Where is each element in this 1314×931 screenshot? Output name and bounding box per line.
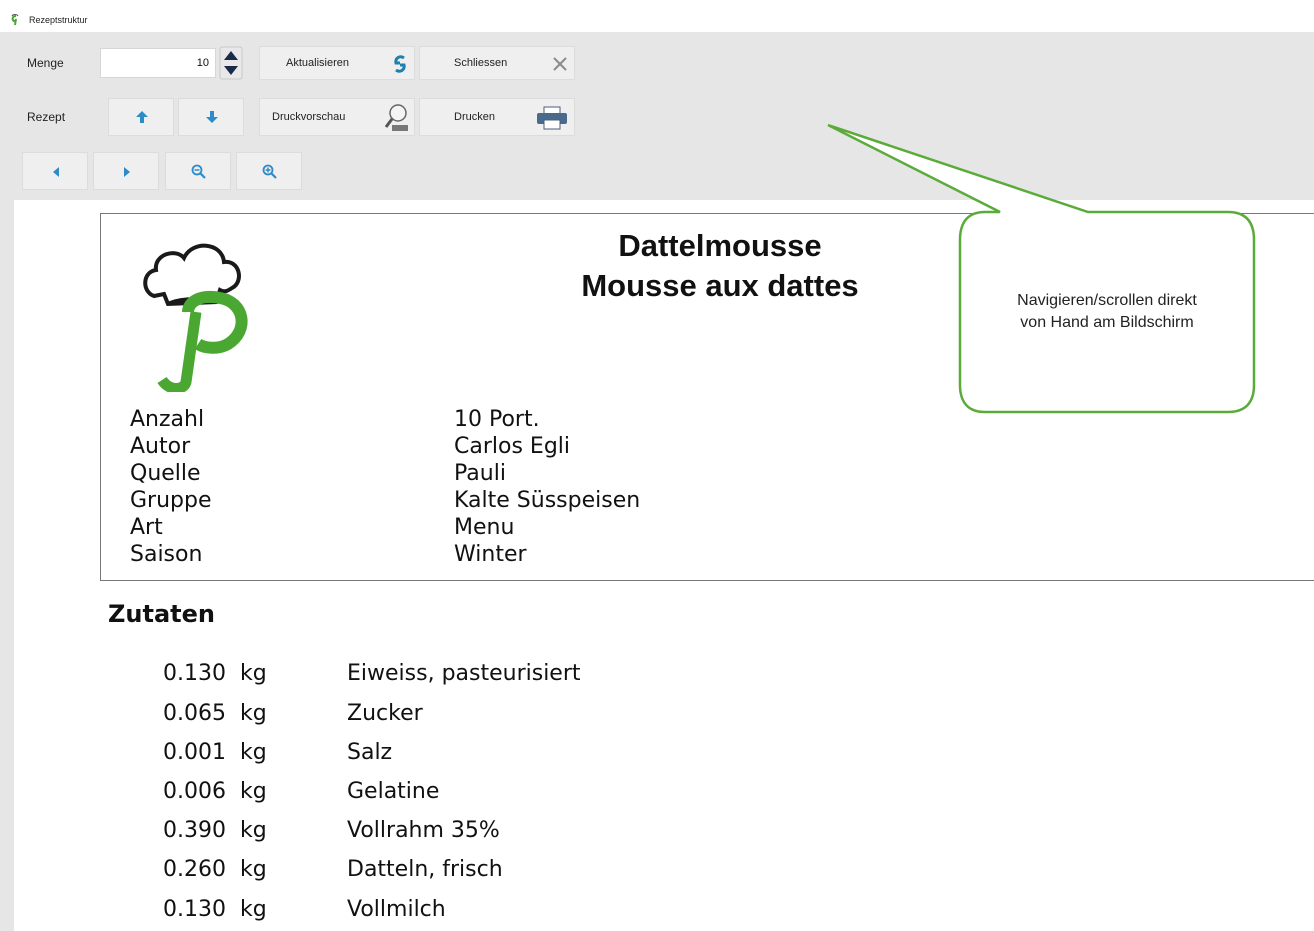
callout-text: Navigieren/scrollen direkt von Hand am B… [962, 290, 1252, 334]
previous-page-button[interactable] [22, 152, 88, 190]
meta-key-autor: Autor [130, 434, 191, 459]
rezept-label: Rezept [27, 110, 66, 124]
print-preview-icon [384, 104, 408, 131]
ingredient-unit: kg [240, 661, 267, 686]
ingredient-qty: 0.130 [163, 897, 226, 922]
ingredient-unit: kg [240, 701, 267, 726]
druckvorschau-button[interactable]: Druckvorschau [259, 98, 415, 136]
meta-value-saison: Winter [454, 542, 527, 567]
ingredient-qty: 0.130 [163, 661, 226, 686]
zoom-in-button[interactable] [236, 152, 302, 190]
recipe-down-button[interactable] [178, 98, 244, 136]
meta-value-quelle: Pauli [454, 461, 506, 486]
recipe-title-fr: Mousse aux dattes [581, 268, 859, 303]
meta-key-anzahl: Anzahl [130, 407, 205, 432]
meta-key-saison: Saison [130, 542, 203, 567]
close-icon [553, 57, 567, 71]
arrow-down-icon [206, 111, 218, 123]
ingredient-unit: kg [240, 779, 267, 804]
drucken-label: Drucken [454, 111, 495, 123]
ingredient-qty: 0.065 [163, 701, 226, 726]
meta-value-anzahl: 10 Port. [454, 407, 540, 432]
next-page-button[interactable] [93, 152, 159, 190]
ingredients-heading: Zutaten [108, 600, 215, 628]
printer-icon [537, 106, 567, 130]
ingredient-qty: 0.006 [163, 779, 226, 804]
drucken-button[interactable]: Drucken [419, 98, 575, 136]
zoom-out-icon [191, 164, 206, 179]
ingredient-name: Salz [347, 740, 393, 765]
ingredient-name: Vollmilch [347, 897, 446, 922]
ingredient-unit: kg [240, 857, 267, 882]
meta-value-gruppe: Kalte Süsspeisen [454, 488, 641, 513]
chevron-left-icon [53, 167, 59, 177]
ingredient-name: Eiweiss, pasteurisiert [347, 661, 581, 686]
left-gutter [0, 200, 14, 931]
ingredient-unit: kg [240, 818, 267, 843]
menge-label: Menge [27, 56, 64, 70]
ingredient-qty: 0.390 [163, 818, 226, 843]
arrow-up-icon [136, 111, 148, 123]
ingredient-name: Datteln, frisch [347, 857, 503, 882]
callout-line-2: von Hand am Bildschirm [1020, 314, 1194, 331]
ingredient-qty: 0.260 [163, 857, 226, 882]
ingredient-qty: 0.001 [163, 740, 226, 765]
ingredient-unit: kg [240, 740, 267, 765]
meta-value-autor: Carlos Egli [454, 434, 571, 459]
meta-key-gruppe: Gruppe [130, 488, 212, 513]
zoom-in-icon [262, 164, 277, 179]
meta-value-art: Menu [454, 515, 515, 540]
schliessen-label: Schliessen [454, 57, 508, 69]
ingredient-unit: kg [240, 897, 267, 922]
menge-input[interactable]: 10 [100, 48, 216, 78]
zoom-out-button[interactable] [165, 152, 231, 190]
druckvorschau-label: Druckvorschau [272, 111, 346, 123]
ingredient-name: Vollrahm 35% [347, 818, 500, 843]
refresh-icon [394, 55, 406, 73]
recipe-up-button[interactable] [108, 98, 174, 136]
ingredient-name: Gelatine [347, 779, 440, 804]
quantity-stepper[interactable] [219, 46, 243, 80]
chevron-right-icon [124, 167, 130, 177]
aktualisieren-button[interactable]: Aktualisieren [259, 46, 415, 80]
aktualisieren-label: Aktualisieren [286, 57, 349, 69]
recipe-title-de: Dattelmousse [618, 228, 822, 263]
meta-key-art: Art [130, 515, 163, 540]
title-bar: Rezeptstruktur [0, 0, 1314, 32]
callout-line-1: Navigieren/scrollen direkt [1017, 292, 1197, 309]
ingredient-name: Zucker [347, 701, 423, 726]
window-title: Rezeptstruktur [29, 15, 88, 25]
app-logo-icon [11, 14, 19, 26]
meta-key-quelle: Quelle [130, 461, 201, 486]
schliessen-button[interactable]: Schliessen [419, 46, 575, 80]
chef-hat-logo [143, 243, 248, 392]
